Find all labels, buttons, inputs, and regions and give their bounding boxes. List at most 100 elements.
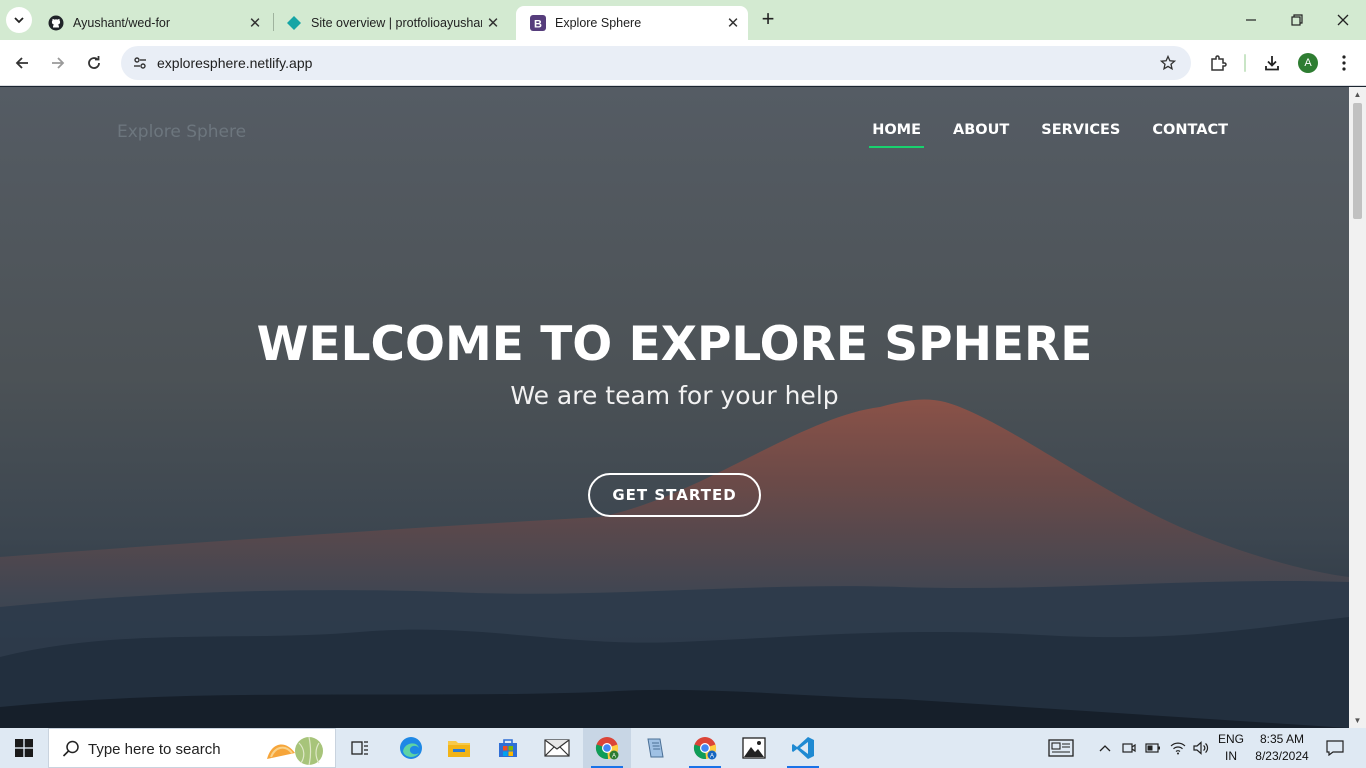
mail-icon	[544, 739, 570, 757]
taskbar-vscode[interactable]	[779, 728, 827, 768]
close-icon	[1337, 14, 1349, 26]
taskbar-chrome-active[interactable]: A	[583, 728, 631, 768]
tab-explore-sphere[interactable]: B Explore Sphere ✕	[516, 6, 748, 40]
camera-icon	[1122, 743, 1136, 753]
arrow-right-icon	[52, 57, 65, 69]
bookmark-star-icon[interactable]	[1157, 52, 1179, 74]
chrome-icon: A	[693, 737, 717, 760]
puzzle-icon	[1211, 55, 1227, 71]
site-brand-logo[interactable]: Explore Sphere	[117, 122, 246, 142]
taskbar-file-explorer[interactable]	[435, 728, 483, 768]
netlify-icon	[286, 15, 302, 31]
close-tab-icon[interactable]: ✕	[244, 12, 266, 34]
taskbar-photos[interactable]	[730, 728, 778, 768]
tab-search-button[interactable]	[6, 7, 32, 33]
scrollbar-thumb[interactable]	[1353, 103, 1362, 219]
speaker-icon	[1193, 741, 1209, 755]
tab-strip: Ayushant/wed-for ✕ Site overview | protf…	[0, 0, 1366, 40]
meet-now-button[interactable]	[1118, 728, 1140, 768]
show-hidden-icons-button[interactable]	[1094, 728, 1116, 768]
start-button[interactable]	[0, 728, 48, 768]
address-bar[interactable]: exploresphere.netlify.app	[121, 46, 1191, 80]
edge-icon	[400, 737, 422, 759]
new-tab-button[interactable]: +	[756, 8, 780, 32]
scroll-down-arrow[interactable]: ▼	[1353, 716, 1362, 725]
hero-subtitle: We are team for your help	[510, 381, 839, 410]
extensions-button[interactable]	[1204, 49, 1232, 77]
chevron-down-icon	[14, 17, 24, 24]
site-info-icon[interactable]	[128, 51, 152, 75]
action-center-button[interactable]	[1320, 728, 1350, 768]
windows-taskbar: Type here to search A A ENG IN 8:35 AM 8…	[0, 728, 1366, 768]
toolbar-divider	[1244, 54, 1246, 72]
reload-button[interactable]	[80, 49, 108, 77]
tab-netlify[interactable]: Site overview | protfolioayushant ✕	[272, 6, 508, 40]
chevron-up-icon	[1099, 745, 1111, 752]
windows-logo-icon	[15, 739, 33, 757]
nav-link-services[interactable]: SERVICES	[1041, 122, 1120, 148]
taskbar-edge[interactable]	[387, 728, 435, 768]
forward-button[interactable]	[44, 49, 72, 77]
taskbar-chrome[interactable]: A	[681, 728, 729, 768]
taskbar-search-box[interactable]: Type here to search	[48, 728, 336, 768]
close-tab-icon[interactable]: ✕	[722, 12, 744, 34]
battery-icon	[1145, 743, 1160, 753]
melon-illustration-icon	[267, 736, 323, 765]
get-started-button[interactable]: GET STARTED	[588, 473, 761, 517]
tab-github[interactable]: Ayushant/wed-for ✕	[34, 6, 270, 40]
taskbar-store[interactable]	[484, 728, 532, 768]
clock-time: 8:35 AM	[1259, 732, 1305, 746]
search-icon	[62, 740, 79, 757]
close-window-button[interactable]	[1320, 0, 1366, 40]
kebab-menu-icon	[1342, 55, 1346, 71]
notepad-icon	[647, 738, 664, 758]
nav-link-home[interactable]: HOME	[869, 122, 924, 148]
wifi-icon	[1170, 742, 1186, 755]
reload-icon	[88, 56, 100, 69]
task-view-icon	[351, 741, 368, 755]
downloads-button[interactable]	[1258, 49, 1286, 77]
page-scrollbar[interactable]: ▲ ▼	[1349, 87, 1366, 728]
arrow-left-icon	[15, 57, 28, 69]
hero-title: WELCOME TO EXPLORE SPHERE	[256, 317, 1093, 372]
battery-button[interactable]	[1142, 728, 1164, 768]
news-widget-button[interactable]	[1046, 728, 1076, 768]
input-language-indicator[interactable]: ENG IN	[1214, 731, 1248, 765]
url-text[interactable]: exploresphere.netlify.app	[157, 55, 312, 71]
photos-icon	[742, 737, 766, 759]
region-code: IN	[1225, 749, 1237, 763]
language-code: ENG	[1217, 732, 1244, 746]
tab-title: Ayushant/wed-for	[73, 16, 171, 30]
news-icon	[1048, 739, 1074, 757]
minimize-icon	[1246, 19, 1256, 21]
browser-menu-button[interactable]	[1330, 49, 1358, 77]
volume-button[interactable]	[1190, 728, 1212, 768]
back-button[interactable]	[8, 49, 36, 77]
github-icon	[48, 15, 64, 31]
browser-toolbar: exploresphere.netlify.app A	[0, 40, 1366, 86]
profile-avatar[interactable]: A	[1298, 53, 1318, 73]
network-button[interactable]	[1166, 728, 1190, 768]
task-view-button[interactable]	[336, 728, 384, 768]
scroll-up-arrow[interactable]: ▲	[1353, 90, 1362, 99]
store-icon	[499, 739, 517, 757]
search-placeholder: Type here to search	[88, 741, 221, 758]
system-clock[interactable]: 8:35 AM 8/23/2024	[1252, 731, 1312, 765]
restore-button[interactable]	[1274, 0, 1320, 40]
restore-icon	[1291, 14, 1303, 26]
nav-link-about[interactable]: ABOUT	[953, 122, 1009, 148]
minimize-button[interactable]	[1228, 0, 1274, 40]
file-explorer-icon	[448, 741, 470, 757]
chrome-icon: A	[595, 737, 619, 760]
clock-date: 8/23/2024	[1255, 749, 1309, 763]
nav-link-contact[interactable]: CONTACT	[1152, 122, 1228, 148]
taskbar-notepad[interactable]	[631, 728, 679, 768]
svg-text:A: A	[710, 754, 714, 760]
tab-title: Site overview | protfolioayushant	[311, 16, 482, 30]
taskbar-mail[interactable]	[533, 728, 581, 768]
notification-icon	[1326, 740, 1344, 756]
web-page: Explore Sphere HOME ABOUT SERVICES CONTA…	[0, 87, 1349, 728]
close-tab-icon[interactable]: ✕	[482, 12, 504, 34]
tab-title: Explore Sphere	[555, 16, 642, 30]
bootstrap-icon: B	[530, 15, 546, 31]
